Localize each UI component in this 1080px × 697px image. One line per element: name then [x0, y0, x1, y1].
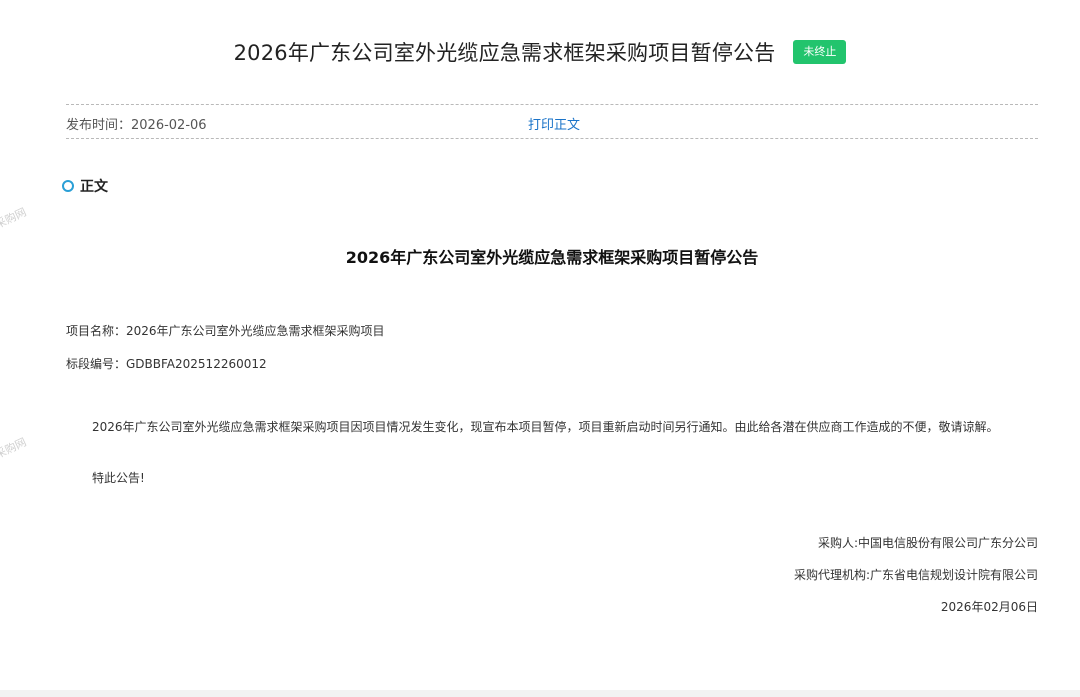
section-label: 正文 — [80, 179, 108, 195]
buyer-line: 采购人:中国电信股份有限公司广东分公司 — [817, 536, 1038, 550]
document-title: 2026年广东公司室外光缆应急需求框架采购项目暂停公告 — [345, 248, 759, 267]
publish-time: 发布时间：2026-02-06 — [66, 118, 207, 133]
announcement-header: 2026年广东公司室外光缆应急需求框架采购项目暂停公告 未终止 — [0, 30, 1080, 74]
status-badge: 未终止 — [793, 40, 847, 64]
print-body-link[interactable]: 打印正文 — [528, 114, 580, 133]
meta-bar: 发布时间：2026-02-06 打印正文 — [66, 104, 1038, 139]
announcement-page: 采购网 采购网 2026年广东公司室外光缆应急需求框架采购项目暂停公告 未终止 … — [0, 0, 1080, 690]
page-title: 2026年广东公司室外光缆应急需求框架采购项目暂停公告 — [233, 41, 776, 65]
watermark-text: 采购网 — [0, 205, 29, 232]
body-paragraph: 2026年广东公司室外光缆应急需求框架采购项目因项目情况发生变化，现宣布本项目暂… — [92, 420, 999, 434]
notice-line: 特此公告! — [92, 471, 145, 485]
project-name-line: 项目名称：2026年广东公司室外光缆应急需求框架采购项目 — [66, 324, 385, 338]
watermark-text: 采购网 — [0, 435, 29, 462]
section-heading: 正文 — [62, 176, 108, 196]
agent-line: 采购代理机构:广东省电信规划设计院有限公司 — [793, 568, 1038, 582]
date-line: 2026年02月06日 — [940, 600, 1038, 614]
section-code-line: 标段编号：GDBBFA202512260012 — [66, 357, 267, 371]
circle-bullet-icon — [62, 180, 74, 192]
